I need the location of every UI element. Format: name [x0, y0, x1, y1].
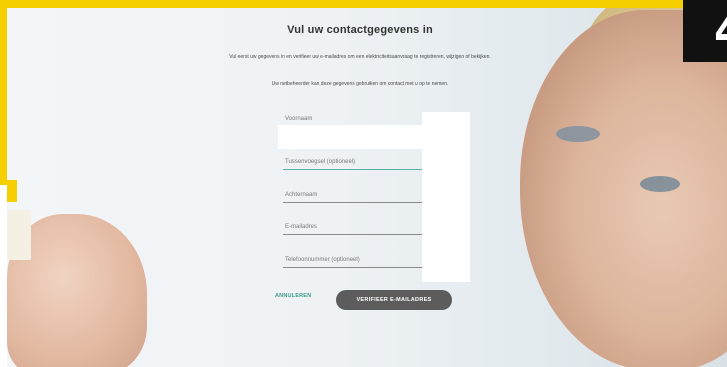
eye-right	[640, 176, 680, 192]
yellow-left-border	[0, 0, 7, 185]
form-title: Vul uw contactgegevens in	[287, 24, 433, 36]
middle-name-field[interactable]: Tussenvoegsel (optioneel)	[283, 156, 423, 170]
email-field[interactable]: E-mailadres	[283, 221, 423, 235]
contact-form: Vul uw contactgegevens in Vul eerst uw g…	[150, 8, 570, 328]
white-overlay-strip	[278, 125, 422, 149]
white-overlay-panel	[422, 112, 470, 282]
cancel-link[interactable]: ANNULEREN	[275, 293, 311, 299]
held-card	[7, 210, 31, 260]
phone-field[interactable]: Telefoonnummer (optioneel)	[283, 254, 423, 268]
verify-email-button[interactable]: VERIFIEER E-MAILADRES	[336, 290, 452, 310]
form-intro-secondary: Uw netbeheerder kan deze gegevens gebrui…	[271, 81, 449, 87]
form-intro: Vul eerst uw gegevens in en verifieer uw…	[229, 54, 491, 60]
last-name-field[interactable]: Achternaam	[283, 189, 423, 203]
white-left-margin	[0, 185, 7, 367]
step-number: 4	[714, 10, 727, 54]
yellow-tab	[7, 180, 17, 202]
